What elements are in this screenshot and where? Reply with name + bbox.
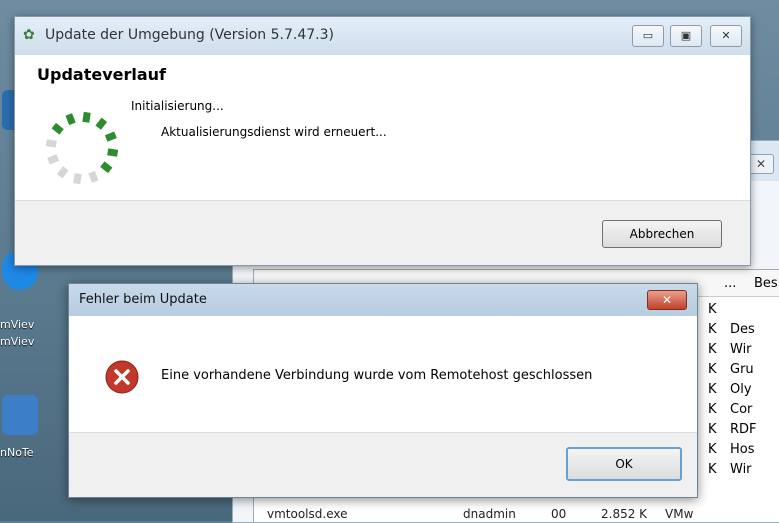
column-header-description[interactable]: Bes (754, 276, 778, 291)
spinner-segment (107, 148, 119, 157)
update-window: ✿ Update der Umgebung (Version 5.7.47.3)… (14, 16, 751, 266)
spinner-segment (82, 111, 91, 123)
process-cpu: 00 (551, 507, 567, 521)
status-text-secondary: Aktualisierungsdienst wird erneuert... (161, 125, 387, 139)
app-shortcut-icon[interactable] (2, 395, 38, 435)
spinner-segment (47, 154, 60, 165)
process-memory: 2.852 K (601, 507, 648, 521)
spinner-segment (100, 161, 113, 174)
desktop-label[interactable]: nNoTe (0, 446, 34, 459)
update-window-footer: Abbrechen (15, 200, 750, 265)
spinner-segment (104, 131, 117, 142)
spinner-segment (65, 113, 76, 126)
minimize-button[interactable]: ▭ (632, 25, 664, 47)
update-window-titlebar[interactable]: ✿ Update der Umgebung (Version 5.7.47.3)… (15, 17, 750, 55)
section-heading: Updateverlauf (37, 65, 166, 84)
desktop-label[interactable]: mViev (0, 335, 34, 348)
error-dialog-footer: OK (69, 432, 697, 497)
error-message: Eine vorhandene Verbindung wurde vom Rem… (161, 368, 593, 383)
close-button[interactable]: ✕ (710, 25, 742, 47)
maximize-button[interactable]: ▣ (670, 25, 702, 47)
spinner-segment (56, 166, 69, 179)
window-title: Update der Umgebung (Version 5.7.47.3) (45, 27, 334, 43)
spinner-segment (73, 173, 82, 185)
spinner-segment (88, 170, 99, 183)
spinner-segment (95, 117, 108, 130)
app-icon: ✿ (23, 27, 35, 43)
cancel-button[interactable]: Abbrechen (602, 220, 722, 248)
error-dialog: Fehler beim Update ✕ Eine vorhandene Ver… (68, 283, 698, 498)
spinner-segment (51, 122, 64, 135)
close-button[interactable]: ✕ (647, 290, 687, 310)
spinner-segment (45, 139, 57, 148)
column-header-ellipsis[interactable]: ... (724, 276, 736, 291)
progress-spinner-icon (45, 111, 119, 185)
process-user: dnadmin (463, 507, 516, 521)
dialog-title: Fehler beim Update (79, 292, 207, 307)
ok-button[interactable]: OK (566, 447, 682, 481)
background-window-close-button[interactable]: ✕ (748, 154, 774, 174)
status-text-primary: Initialisierung... (131, 99, 224, 113)
process-name: vmtoolsd.exe (267, 507, 348, 521)
error-dialog-titlebar[interactable]: Fehler beim Update ✕ (69, 284, 697, 316)
process-description: VMw (665, 507, 694, 521)
desktop-label[interactable]: mViev (0, 318, 34, 331)
error-icon (105, 360, 139, 394)
